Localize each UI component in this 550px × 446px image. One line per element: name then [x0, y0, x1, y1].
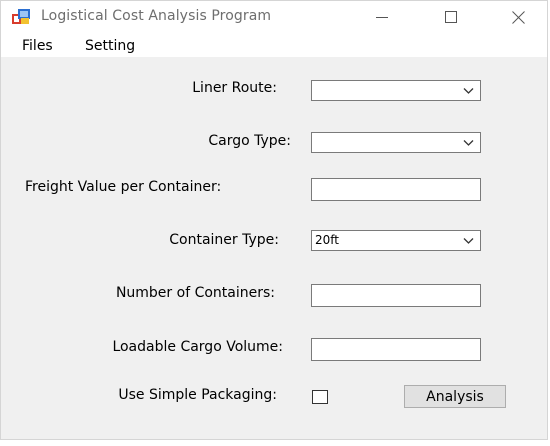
container-type-label: Container Type:	[169, 232, 279, 248]
cargo-volume-input[interactable]	[311, 338, 481, 361]
container-type-dropdown[interactable]: 20ft	[311, 230, 481, 251]
chevron-down-icon	[463, 88, 474, 94]
cargo-volume-label: Loadable Cargo Volume:	[112, 339, 283, 355]
analysis-button[interactable]: Analysis	[404, 385, 506, 408]
cargo-type-label: Cargo Type:	[208, 133, 291, 149]
simple-packaging-checkbox[interactable]	[312, 390, 328, 404]
liner-route-label: Liner Route:	[192, 80, 277, 96]
menu-bar: Files Setting	[1, 33, 547, 57]
maximize-icon	[445, 11, 457, 23]
maximize-button[interactable]	[428, 1, 474, 33]
chevron-down-icon	[463, 140, 474, 146]
title-bar[interactable]: Logistical Cost Analysis Program	[1, 1, 547, 33]
chevron-down-icon	[463, 238, 474, 244]
menu-files[interactable]: Files	[22, 38, 53, 54]
window-title: Logistical Cost Analysis Program	[41, 8, 272, 24]
freight-value-label: Freight Value per Container:	[25, 179, 222, 195]
minimize-button[interactable]	[359, 1, 405, 33]
num-containers-input[interactable]	[311, 284, 481, 307]
close-button[interactable]	[495, 1, 541, 33]
liner-route-dropdown[interactable]	[311, 80, 481, 101]
close-icon	[511, 10, 525, 24]
minimize-icon	[376, 17, 388, 18]
menu-setting[interactable]: Setting	[85, 38, 135, 54]
container-type-value: 20ft	[315, 233, 339, 247]
simple-packaging-label: Use Simple Packaging:	[118, 387, 277, 403]
app-icon	[12, 9, 30, 24]
freight-value-input[interactable]	[311, 178, 481, 201]
cargo-type-dropdown[interactable]	[311, 132, 481, 153]
num-containers-label: Number of Containers:	[115, 285, 275, 301]
app-window: Logistical Cost Analysis Program Files S…	[0, 0, 548, 440]
